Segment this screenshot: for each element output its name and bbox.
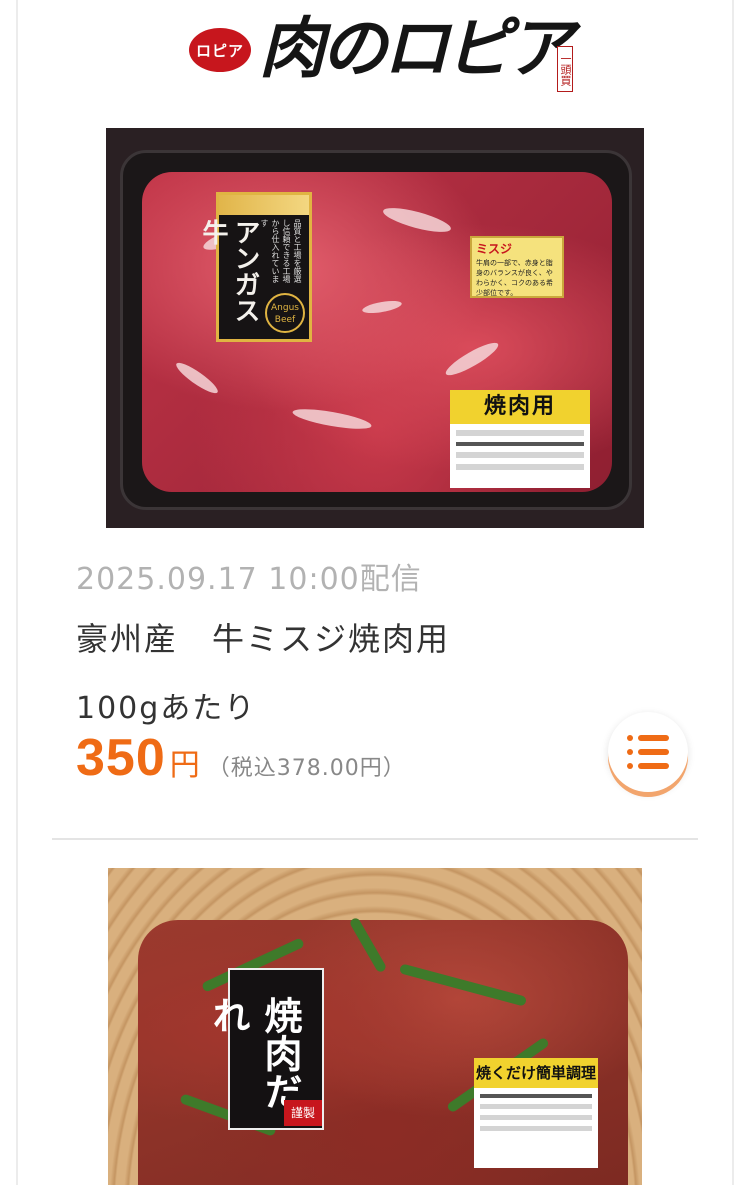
price-tax-included: （税込378.00円） [207, 756, 406, 781]
sauce-label: 焼肉だれ 謹製 [206, 968, 324, 1130]
logo-seal: 一頭買 [557, 46, 573, 92]
product-title: 豪州産 牛ミスジ焼肉用 [76, 620, 451, 658]
price-currency: 円 [169, 748, 200, 783]
product-photo[interactable]: アンガス牛 品質と工場を厳選し信頼できる工場から仕入れています Angus Be… [106, 128, 644, 528]
menu-button[interactable] [608, 712, 688, 792]
list-icon [627, 735, 669, 769]
page: ロピア 肉のロピア 一頭買 アンガス牛 品質と工場を厳選し信頼できる工場から仕入… [0, 0, 750, 1185]
price-unit: 100gあたり [76, 691, 257, 726]
price-sticker: 焼くだけ簡単調理 [474, 1058, 598, 1168]
frame-border-right [732, 0, 734, 1185]
price-sticker: 焼肉用 [450, 390, 590, 488]
logo-mark: ロピア [189, 28, 251, 72]
cut-label: ミスジ 牛肩の一部で、赤身と脂身のバランスが良く、やわらかく、コクのある希少部位… [470, 236, 564, 298]
post-date: 2025.09.17 10:00配信 [76, 562, 422, 597]
brand-label: アンガス牛 品質と工場を厳選し信頼できる工場から仕入れています Angus Be… [198, 192, 312, 342]
brand-logo[interactable]: ロピア 肉のロピア 一頭買 [185, 0, 575, 98]
price: 350 円 （税込378.00円） [76, 728, 406, 788]
divider [52, 838, 698, 840]
logo-name: 肉のロピア [259, 9, 573, 87]
frame-border-left [16, 0, 18, 1185]
product-photo[interactable]: 焼肉だれ 謹製 焼くだけ簡単調理 [108, 868, 642, 1185]
price-amount: 350 [76, 729, 166, 787]
